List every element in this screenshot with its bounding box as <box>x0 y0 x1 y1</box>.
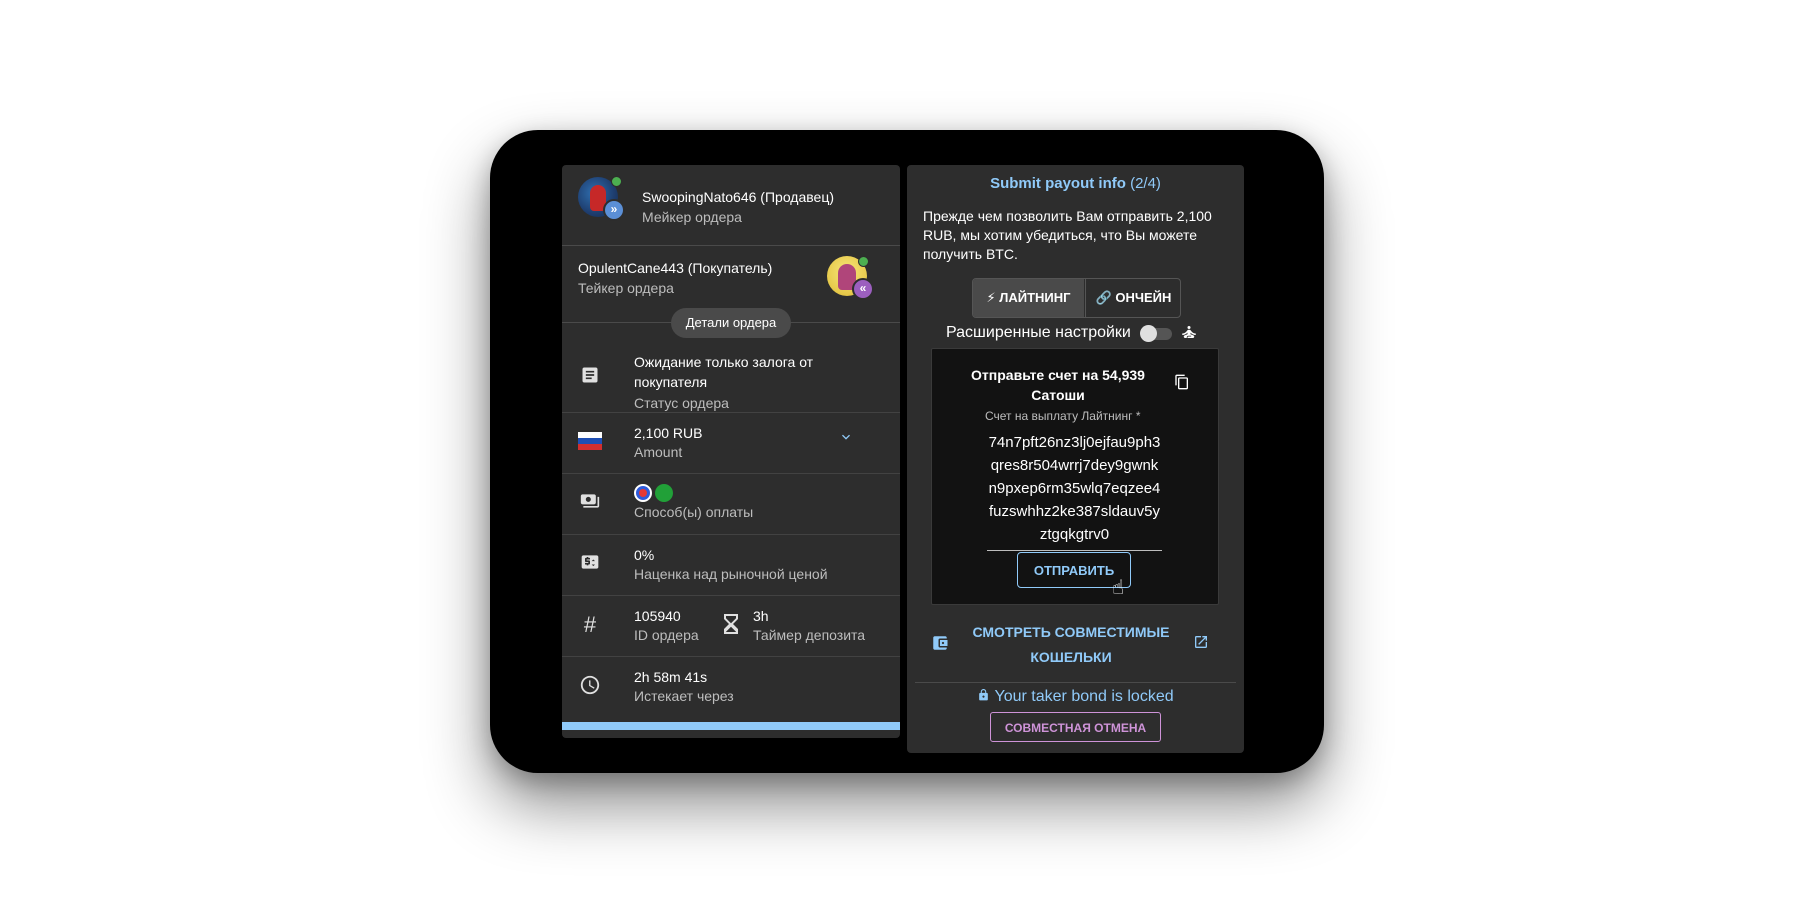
invoice-box: Отправьте счет на 54,939 Сатоши Счет на … <box>931 348 1219 605</box>
tag-icon: # <box>583 612 597 637</box>
price-change-icon <box>578 552 602 576</box>
clock-icon <box>578 674 602 698</box>
expiry-progress-bar <box>562 722 900 730</box>
premium-value: 0% <box>634 547 655 563</box>
divider <box>915 682 1236 683</box>
advanced-settings-switch[interactable] <box>1140 325 1172 342</box>
payout-method-toggle: ⚡ ЛАЙТНИНГ 🔗 ОНЧЕЙН <box>972 278 1181 318</box>
buyer-name: OpulentCane443 (Покупатель) <box>578 260 773 276</box>
advanced-settings-label: Расширенные настройки <box>946 324 1131 341</box>
green-bank-logo-icon <box>655 484 673 502</box>
maker-badge-icon: » <box>603 199 625 221</box>
buyer-avatar[interactable]: « <box>827 256 874 300</box>
payments-icon <box>578 491 602 515</box>
lightning-bolt-icon: ⚡ <box>986 290 996 305</box>
lock-icon <box>977 688 994 705</box>
premium-label: Наценка над рыночной ценой <box>634 566 828 582</box>
collaborative-cancel-button[interactable]: СОВМЕСТНАЯ ОТМЕНА <box>990 712 1161 742</box>
seller-role: Мейкер ордера <box>642 209 742 225</box>
premium-row: 0% Наценка над рыночной ценой <box>562 535 900 596</box>
self-improvement-icon <box>1180 323 1198 346</box>
chevron-down-icon[interactable] <box>834 429 858 453</box>
bond-status-text: Your taker bond is locked <box>994 688 1174 705</box>
expires-row: 2h 58m 41s Истекает через <box>562 657 900 716</box>
payout-step: (2/4) <box>1130 175 1161 192</box>
lightning-tab[interactable]: ⚡ ЛАЙТНИНГ <box>973 279 1084 317</box>
open-in-new-icon <box>1193 634 1209 655</box>
article-icon <box>578 365 602 389</box>
hourglass-icon <box>724 614 738 639</box>
order-id-label: ID ордера <box>634 627 699 643</box>
payout-intro-text: Прежде чем позволить Вам отправить 2,100… <box>923 208 1212 262</box>
deposit-timer-label: Таймер депозита <box>753 627 866 643</box>
buyer-role: Тейкер ордера <box>578 280 674 296</box>
amount-value: 2,100 RUB <box>634 425 703 441</box>
invoice-field-label: Счет на выплату Лайтнинг * <box>985 409 1141 423</box>
device-frame: » SwoopingNato646 (Продавец) Мейкер орде… <box>490 130 1324 773</box>
lightning-tab-label: ЛАЙТНИНГ <box>999 290 1071 305</box>
russia-flag-icon <box>578 432 602 450</box>
order-status-label: Статус ордера <box>634 395 729 411</box>
order-id-value: 105940 <box>634 608 681 624</box>
payout-panel: Submit payout info (2/4) Прежде чем позв… <box>907 165 1244 753</box>
invoice-amount-label: Отправьте счет на 54,939 Сатоши <box>971 367 1145 403</box>
compatible-wallets-link[interactable]: СМОТРЕТЬ СОВМЕСТИМЫЕ КОШЕЛЬКИ <box>931 620 1217 670</box>
invoice-input[interactable]: 74n7pft26nz3lj0ejfau9ph3qres8r504wrrj7de… <box>987 431 1162 551</box>
expires-label: Истекает через <box>634 688 734 704</box>
seller-row: » SwoopingNato646 (Продавец) Мейкер орде… <box>562 165 900 246</box>
switch-knob <box>1140 325 1157 342</box>
order-details-panel: » SwoopingNato646 (Продавец) Мейкер орде… <box>562 165 900 738</box>
order-status-row: Ожидание только залога от покупателя Ста… <box>562 342 900 413</box>
seller-name: SwoopingNato646 (Продавец) <box>642 189 835 205</box>
payment-method-icons <box>634 484 676 502</box>
payment-methods-row: Способ(ы) оплаты <box>562 474 900 535</box>
compatible-wallets-label: СМОТРЕТЬ СОВМЕСТИМЫЕ КОШЕЛЬКИ <box>972 624 1170 665</box>
order-id-row: # 105940 ID ордера 3h Таймер депозита <box>562 596 900 657</box>
deposit-timer-value: 3h <box>753 608 769 624</box>
expires-value: 2h 58m 41s <box>634 669 708 685</box>
order-status-value: Ожидание только залога от покупателя <box>634 354 814 390</box>
online-status-dot <box>858 256 869 267</box>
taker-badge-icon: « <box>852 278 874 300</box>
online-status-dot <box>611 176 622 187</box>
wallet-icon <box>931 634 949 657</box>
seller-avatar[interactable]: » <box>578 176 625 221</box>
order-details-chip[interactable]: Детали ордера <box>671 308 791 338</box>
link-icon: 🔗 <box>1095 290 1112 305</box>
copy-icon[interactable] <box>1174 373 1190 396</box>
payment-methods-label: Способ(ы) оплаты <box>634 504 754 520</box>
payout-title: Submit payout info (2/4) <box>907 175 1244 192</box>
bank-logo-icon <box>634 484 652 502</box>
onchain-tab[interactable]: 🔗 ОНЧЕЙН <box>1085 279 1180 317</box>
pointer-cursor-icon: ☝ <box>1112 577 1125 599</box>
bond-status: Your taker bond is locked <box>907 687 1244 706</box>
onchain-tab-label: ОНЧЕЙН <box>1115 290 1172 305</box>
amount-row: 2,100 RUB Amount <box>562 413 900 474</box>
payout-title-text: Submit payout info <box>990 175 1126 192</box>
amount-label: Amount <box>634 444 683 460</box>
